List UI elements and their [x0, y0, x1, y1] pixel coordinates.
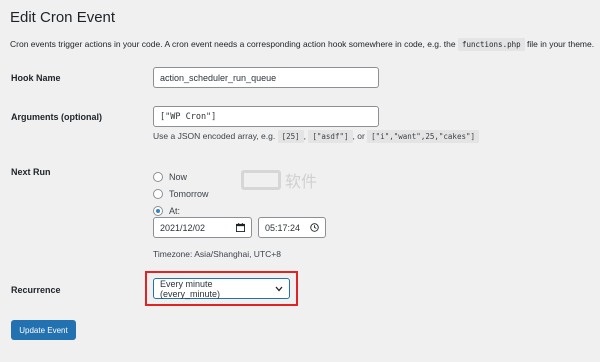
hook-name-input[interactable]: action_scheduler_run_queue — [153, 67, 379, 88]
time-input[interactable]: 05:17:24 — [258, 217, 326, 238]
calendar-icon[interactable] — [236, 223, 245, 232]
page-title: Edit Cron Event — [10, 9, 116, 26]
radio-at[interactable]: At: — [153, 206, 180, 216]
recurrence-label: Recurrence — [11, 285, 61, 295]
radio-circle[interactable] — [153, 172, 163, 182]
radio-circle-checked[interactable] — [153, 206, 163, 216]
radio-tomorrow[interactable]: Tomorrow — [153, 189, 209, 199]
update-event-button[interactable]: Update Event — [11, 320, 76, 340]
arguments-hint: Use a JSON encoded array, e.g. [25], ["a… — [153, 130, 480, 143]
arguments-label: Arguments (optional) — [11, 112, 102, 122]
timezone-text: Timezone: Asia/Shanghai, UTC+8 — [153, 249, 281, 259]
hook-name-label: Hook Name — [11, 73, 61, 83]
watermark: 软件 — [241, 168, 317, 192]
clock-icon[interactable] — [310, 223, 319, 232]
radio-circle[interactable] — [153, 189, 163, 199]
intro-text: Cron events trigger actions in your code… — [10, 38, 595, 51]
recurrence-select[interactable]: Every minute (every_minute) — [153, 278, 290, 299]
date-input[interactable]: 2021/12/02 — [153, 217, 252, 238]
watermark-logo-icon — [241, 170, 281, 190]
intro-code: functions.php — [457, 38, 525, 51]
next-run-label: Next Run — [11, 167, 51, 177]
radio-now[interactable]: Now — [153, 172, 187, 182]
chevron-down-icon — [275, 286, 283, 292]
arguments-input[interactable]: ["WP Cron"] — [153, 106, 379, 127]
